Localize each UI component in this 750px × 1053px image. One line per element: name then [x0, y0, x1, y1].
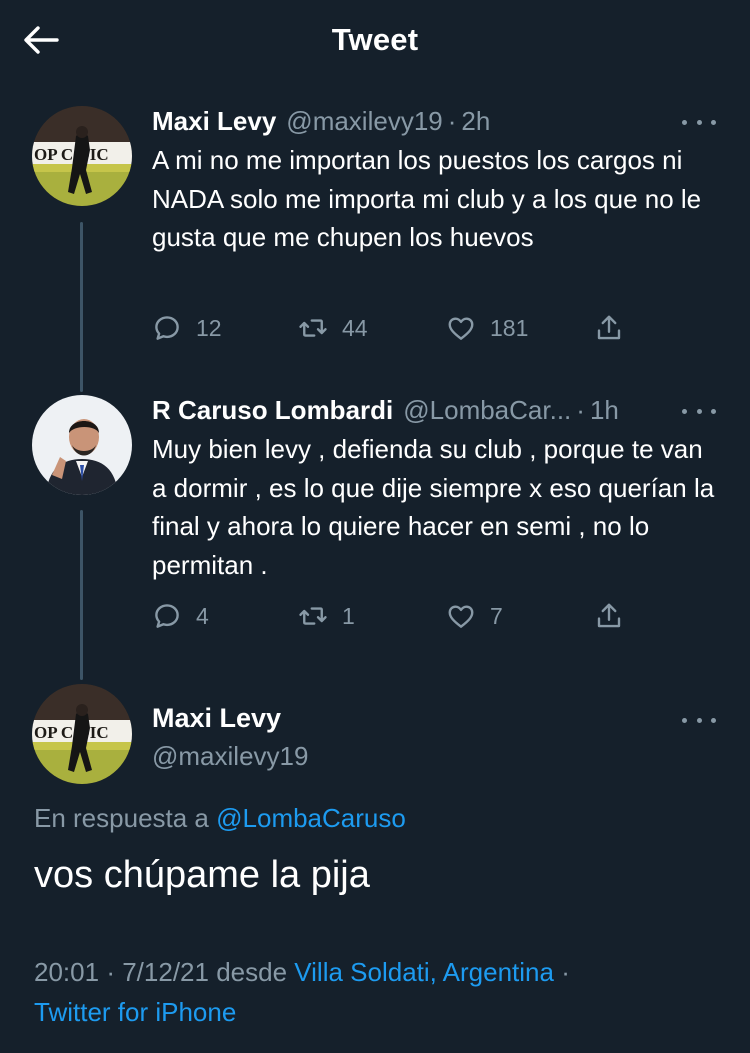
avatar[interactable]: [32, 395, 132, 495]
header: Tweet: [0, 0, 750, 82]
separator: ·: [576, 395, 585, 425]
reply-button[interactable]: 4: [152, 596, 209, 636]
like-count: 181: [490, 314, 529, 341]
author-handle[interactable]: @LombaCar...: [403, 395, 571, 426]
svg-text:OP C DIC: OP C DIC: [34, 723, 109, 742]
retweet-button[interactable]: 44: [298, 308, 368, 348]
author-name[interactable]: Maxi Levy: [152, 703, 281, 734]
like-icon: [448, 317, 474, 340]
separator: ·: [561, 957, 570, 987]
thread-tweet[interactable]: R Caruso Lombardi @LombaCar... · 1h Muy …: [0, 395, 750, 645]
more-icon[interactable]: [682, 401, 716, 421]
reply-prefix: En respuesta a: [34, 803, 209, 833]
author-handle[interactable]: @maxilevy19: [152, 741, 308, 772]
like-button[interactable]: 7: [446, 596, 503, 636]
reply-to-link[interactable]: @LombaCaruso: [216, 803, 406, 833]
like-button[interactable]: 181: [446, 308, 528, 348]
tweet-header: R Caruso Lombardi @LombaCar... · 1h: [152, 395, 619, 429]
tweet-time[interactable]: 1h: [590, 395, 619, 426]
author-name[interactable]: R Caruso Lombardi: [152, 395, 393, 426]
reply-count: 4: [196, 602, 209, 629]
avatar[interactable]: OP C DIC: [32, 684, 132, 784]
reply-icon: [155, 316, 179, 340]
tweet-text: Muy bien levy , defienda su club , porqu…: [152, 434, 715, 580]
separator: ·: [447, 106, 457, 136]
reply-button[interactable]: 12: [152, 308, 222, 348]
like-count: 7: [490, 602, 503, 629]
from-label: desde: [216, 957, 288, 987]
author-name[interactable]: Maxi Levy: [152, 106, 276, 137]
tweet-client: Twitter for iPhone: [34, 997, 236, 1028]
reply-icon: [155, 604, 179, 628]
location-link[interactable]: Villa Soldati, Argentina: [294, 957, 554, 987]
tweet-actions: 12 44 181: [152, 308, 632, 348]
retweet-count: 44: [342, 314, 368, 341]
tweet-metadata: 20:01 · 7/12/21 desde Villa Soldati, Arg…: [34, 957, 570, 988]
tweet-time[interactable]: 2h: [461, 106, 490, 137]
client-link[interactable]: Twitter for iPhone: [34, 997, 236, 1027]
author-handle[interactable]: @maxilevy19: [286, 106, 442, 137]
more-icon[interactable]: [682, 112, 716, 132]
tweet-date: 7/12/21: [122, 957, 209, 987]
retweet-icon: [299, 319, 327, 337]
retweet-icon: [299, 607, 327, 625]
more-icon[interactable]: [682, 710, 716, 730]
svg-text:OP C DIC: OP C DIC: [34, 145, 109, 164]
tweet-page: Tweet OP C DIC Maxi Levy @maxilevy19 · 2…: [0, 0, 750, 1053]
tweet-text: vos chúpame la pija: [34, 854, 370, 896]
thread-tweet[interactable]: OP C DIC Maxi Levy @maxilevy19 · 2h A mi…: [0, 106, 750, 356]
avatar[interactable]: OP C DIC: [32, 106, 132, 206]
share-icon: [597, 603, 621, 628]
retweet-button[interactable]: 1: [298, 596, 355, 636]
retweet-count: 1: [342, 602, 355, 629]
reply-context: En respuesta a @LombaCaruso: [34, 803, 406, 834]
share-button[interactable]: [594, 596, 624, 636]
share-button[interactable]: [594, 308, 624, 348]
reply-count: 12: [196, 314, 222, 341]
tweet-time: 20:01: [34, 957, 100, 987]
tweet-actions: 4 1 7: [152, 596, 632, 636]
tweet-text: A mi no me importan los puestos los carg…: [152, 145, 702, 252]
like-icon: [448, 605, 474, 628]
separator: ·: [106, 957, 115, 987]
share-icon: [597, 315, 621, 340]
page-title: Tweet: [331, 22, 419, 57]
tweet-header: Maxi Levy @maxilevy19 · 2h: [152, 106, 490, 140]
